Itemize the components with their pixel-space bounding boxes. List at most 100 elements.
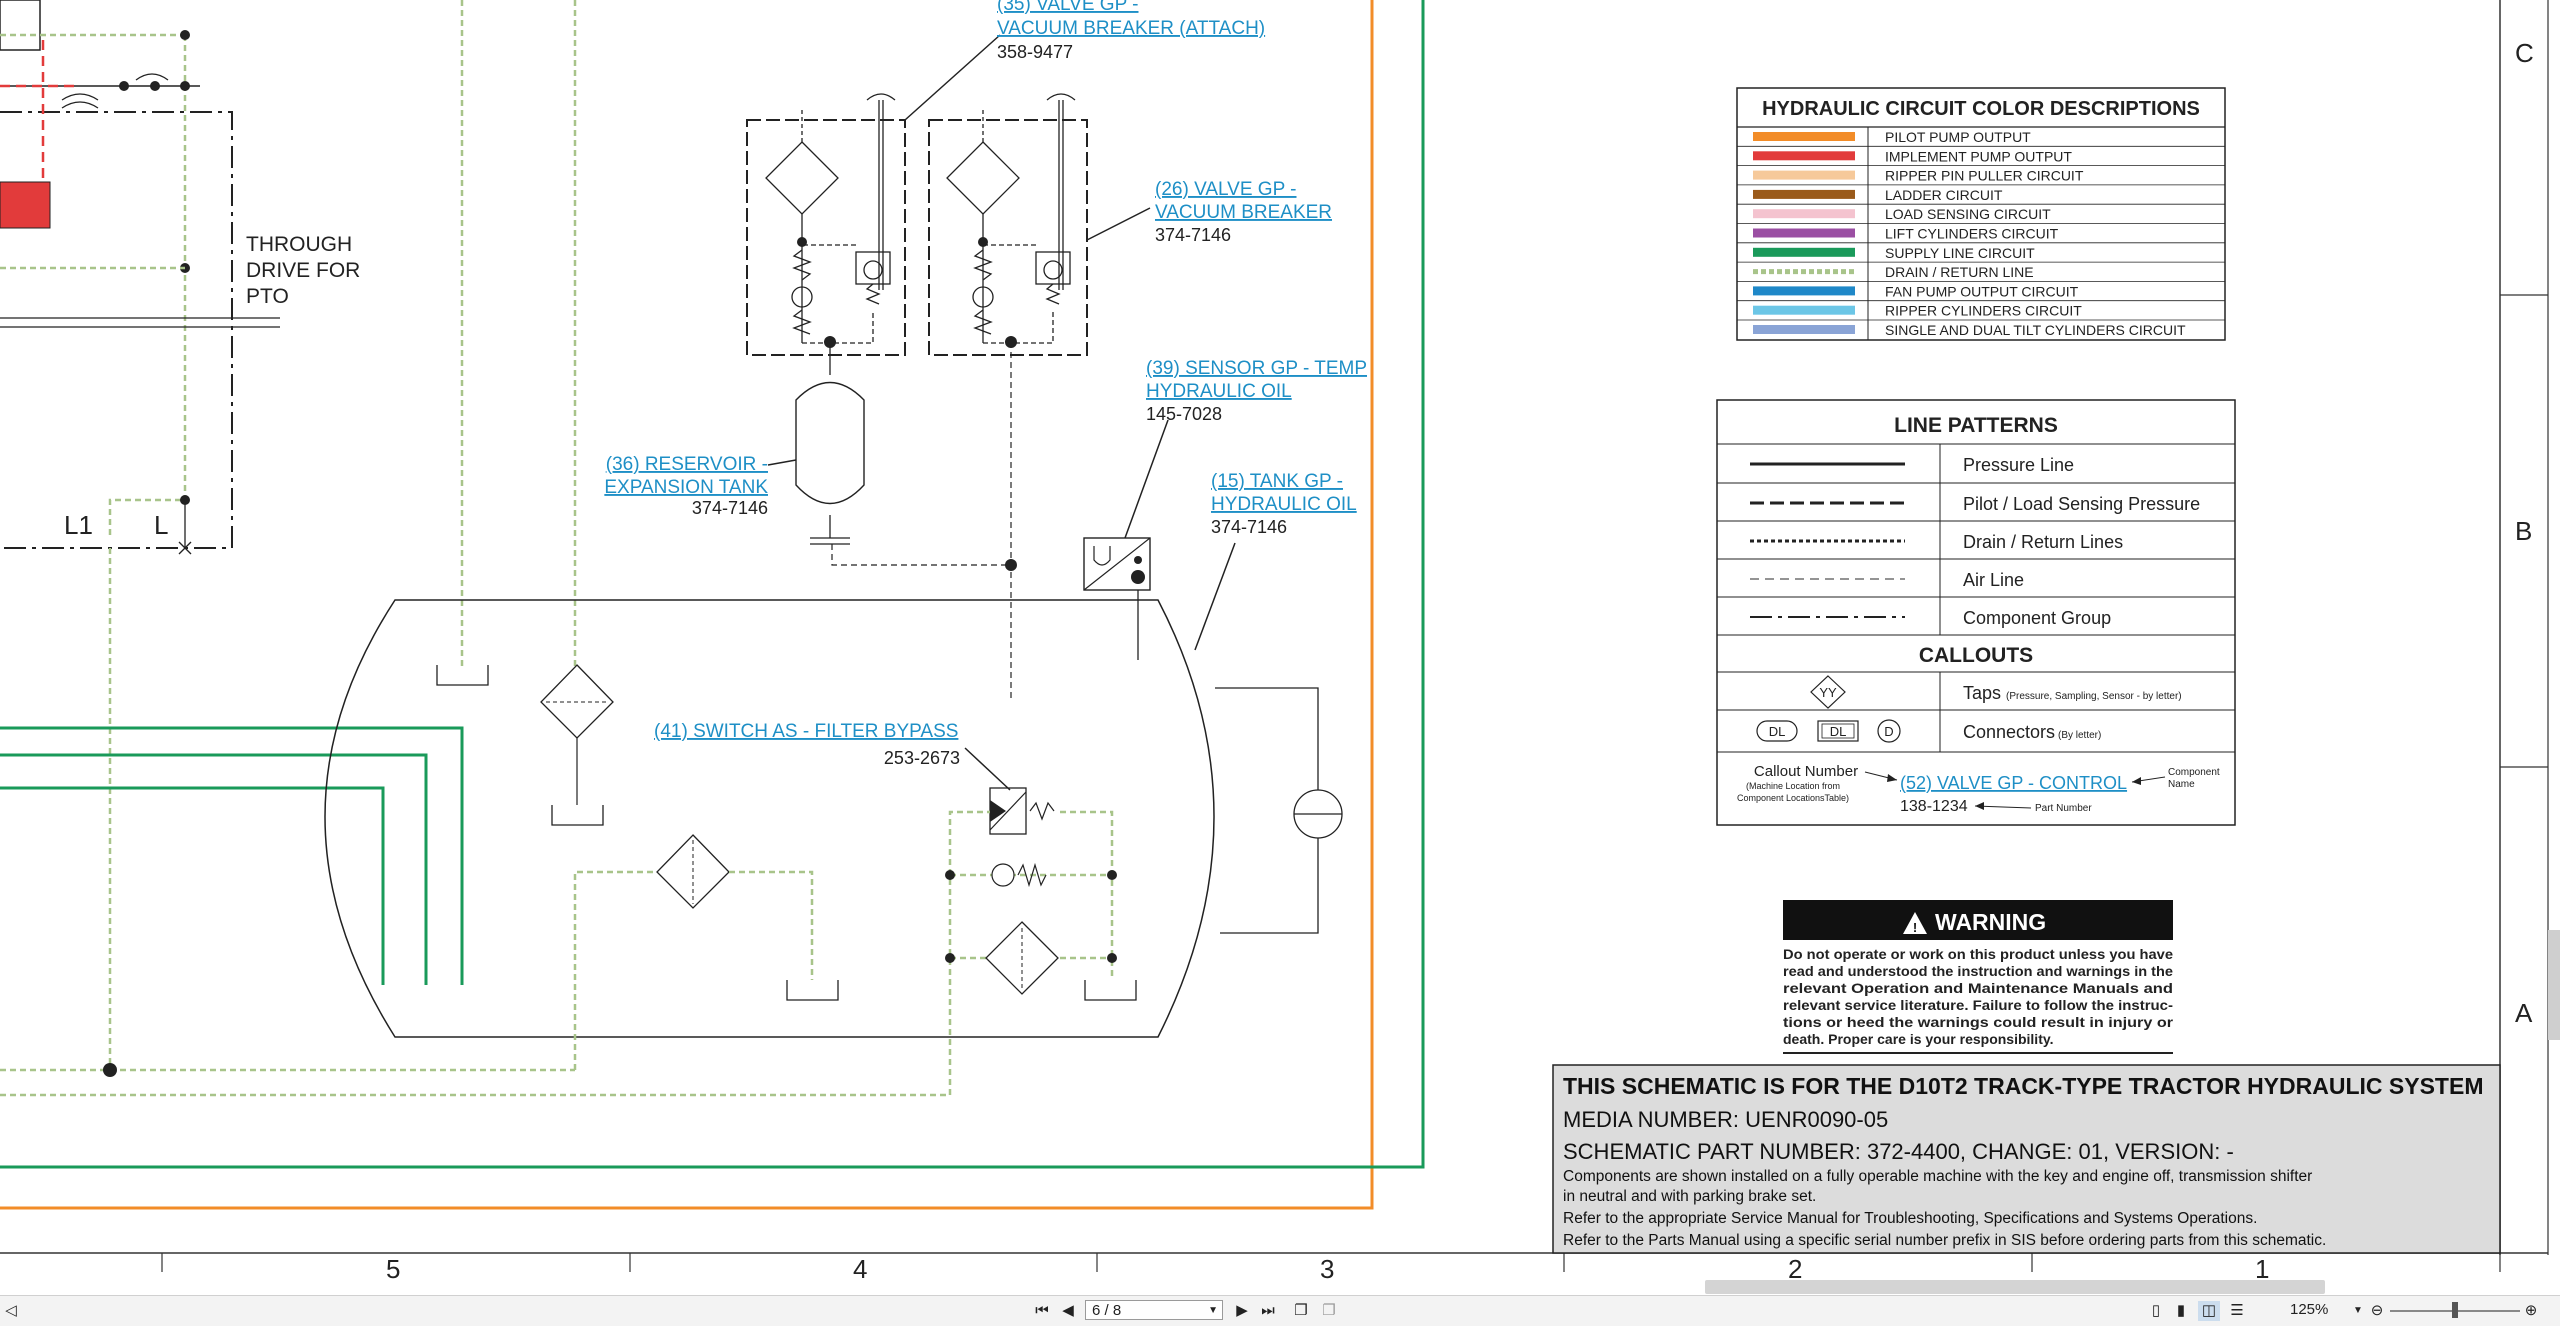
zoom-out-icon[interactable]: ⊖ [2368, 1301, 2386, 1321]
warning-box: ! WARNING Do not operate or work on this… [1783, 900, 2174, 1054]
callout-26[interactable]: (26) VALVE GP - VACUUM BREAKER 374-7146 [1155, 179, 1332, 245]
zoom-slider-thumb[interactable] [2452, 1302, 2458, 1318]
color-swatch [1753, 189, 1855, 199]
zoom-menu-chevron-icon[interactable]: ▼ [2352, 1301, 2364, 1321]
color-swatch [1753, 151, 1855, 161]
grid-col-label: 5 [386, 1254, 400, 1284]
svg-text:(41) SWITCH AS - FILTER BYPASS: (41) SWITCH AS - FILTER BYPASS [654, 721, 958, 742]
first-page-icon[interactable]: ⏮ [1032, 1301, 1052, 1321]
single-page-view-icon[interactable]: ▯ [2145, 1301, 2167, 1321]
callout-36[interactable]: (36) RESERVOIR - EXPANSION TANK 374-7146 [604, 454, 768, 518]
scroll-left-icon[interactable]: ◁ [4, 1301, 18, 1321]
part-number-label: Part Number [2035, 803, 2092, 814]
title-block-heading: THIS SCHEMATIC IS FOR THE D10T2 TRACK-TY… [1563, 1073, 2483, 1099]
prev-page-icon[interactable]: ◀ [1058, 1301, 1078, 1321]
example-callout-link[interactable]: (52) VALVE GP - CONTROL [1900, 773, 2127, 793]
port-l-label: L [154, 510, 168, 540]
color-row-label: RIPPER CYLINDERS CIRCUIT [1885, 303, 2082, 319]
color-row-label: PILOT PUMP OUTPUT [1885, 129, 2031, 145]
callouts-title: CALLOUTS [1919, 644, 2033, 667]
svg-text:HYDRAULIC OIL: HYDRAULIC OIL [1146, 381, 1292, 402]
warning-text: death. Proper care is your responsibilit… [1783, 1031, 2054, 1047]
schematic-canvas: C B A 5 4 3 2 1 THROUGH DRIVE FOR PTO L1… [0, 0, 2549, 1284]
callout-39[interactable]: (39) SENSOR GP - TEMP HYDRAULIC OIL 145-… [1146, 358, 1367, 424]
svg-text:253-2673: 253-2673 [884, 748, 960, 768]
svg-text:(15) TANK GP -: (15) TANK GP - [1211, 471, 1343, 492]
svg-text:374-7146: 374-7146 [692, 498, 768, 518]
grid-col-label: 4 [853, 1254, 867, 1284]
through-drive-label: THROUGH [246, 233, 352, 256]
color-swatch [1753, 170, 1855, 180]
title-block-note: Refer to the appropriate Service Manual … [1563, 1210, 2257, 1227]
two-page-view-icon[interactable]: ◫ [2198, 1301, 2220, 1321]
warning-text: read and understood the instruction and … [1783, 963, 2173, 979]
page-number-field[interactable]: 6 / 8 ▼ [1085, 1300, 1223, 1320]
svg-text:VACUUM BREAKER: VACUUM BREAKER [1155, 202, 1332, 223]
media-number: MEDIA NUMBER: UENR0090-05 [1563, 1107, 1888, 1132]
port-l1-label: L1 [64, 510, 93, 540]
color-swatch [1753, 325, 1855, 334]
taps-note: (Pressure, Sampling, Sensor - by letter) [2006, 691, 2182, 702]
color-swatch [1753, 228, 1855, 238]
supply-lines-to-tank [0, 726, 464, 985]
schematic-part-number: SCHEMATIC PART NUMBER: 372-4400, CHANGE:… [1563, 1139, 2234, 1164]
page-number-value: 6 / 8 [1092, 1302, 1122, 1319]
component-name-label: Component [2168, 767, 2220, 778]
color-swatch [1753, 209, 1855, 219]
line-patterns-table: LINE PATTERNS Pressure Line Pilot / Load… [1716, 399, 2236, 826]
color-row-label: IMPLEMENT PUMP OUTPUT [1885, 148, 2072, 164]
callout-15[interactable]: (15) TANK GP - HYDRAULIC OIL 374-7146 [1211, 471, 1357, 537]
color-table-title: HYDRAULIC CIRCUIT COLOR DESCRIPTIONS [1762, 98, 2200, 120]
line-pattern-label: Air Line [1963, 570, 2024, 590]
example-callout-number: Callout Number [1754, 763, 1858, 780]
last-page-icon[interactable]: ⏭ [1258, 1301, 1278, 1321]
warning-text: tions or heed the warnings could result … [1783, 1014, 2174, 1030]
grid-row-label: B [2515, 516, 2532, 546]
color-row-label: DRAIN / RETURN LINE [1885, 264, 2034, 280]
callout-41[interactable]: (41) SWITCH AS - FILTER BYPASS 253-2673 [654, 721, 960, 768]
connector-symbol-text: DL [1769, 724, 1786, 739]
color-row-label: LOAD SENSING CIRCUIT [1885, 206, 2051, 222]
expansion-tank [795, 381, 1017, 571]
zoom-in-icon[interactable]: ⊕ [2522, 1301, 2540, 1321]
horizontal-scrollbar[interactable] [1705, 1280, 2325, 1294]
svg-text:358-9477: 358-9477 [997, 42, 1073, 62]
color-swatch [1753, 132, 1855, 141]
fit-page-icon[interactable]: ☰ [2226, 1301, 2248, 1321]
vacuum-breaker-valves [746, 93, 1088, 700]
svg-text:(26) VALVE GP -: (26) VALVE GP - [1155, 179, 1297, 200]
svg-text:374-7146: 374-7146 [1211, 517, 1287, 537]
svg-text:VACUUM BREAKER (ATTACH): VACUUM BREAKER (ATTACH) [997, 18, 1265, 39]
svg-text:EXPANSION TANK: EXPANSION TANK [604, 477, 768, 498]
title-block: THIS SCHEMATIC IS FOR THE D10T2 TRACK-TY… [1552, 1064, 2501, 1254]
svg-text:145-7028: 145-7028 [1146, 404, 1222, 424]
color-row-label: FAN PUMP OUTPUT CIRCUIT [1885, 283, 2079, 299]
line-patterns-title: LINE PATTERNS [1894, 414, 2058, 437]
title-block-note: Refer to the Parts Manual using a specif… [1563, 1232, 2326, 1249]
callout-35[interactable]: (35) VALVE GP - VACUUM BREAKER (ATTACH) … [997, 0, 1265, 62]
connectors-label: Connectors [1963, 722, 2055, 742]
warning-title: WARNING [1935, 909, 2046, 935]
chevron-down-icon: ▼ [1208, 1305, 1218, 1316]
supply-line [0, 0, 1425, 1169]
next-page-icon[interactable]: ▶ [1232, 1301, 1252, 1321]
connectors-note: (By letter) [2058, 730, 2101, 741]
color-swatch [1753, 247, 1855, 257]
copy-page-icon[interactable]: ❐ [1290, 1301, 1312, 1321]
continuous-view-icon[interactable]: ▮ [2170, 1301, 2192, 1321]
svg-text:(39) SENSOR GP - TEMP: (39) SENSOR GP - TEMP [1146, 358, 1367, 379]
color-swatch [1753, 305, 1855, 315]
svg-text:!: ! [1913, 920, 1917, 935]
grid-row-label: C [2515, 38, 2534, 68]
paste-page-icon[interactable]: ❐ [1318, 1301, 1340, 1321]
color-row-label: RIPPER PIN PULLER CIRCUIT [1885, 168, 2084, 184]
zoom-level[interactable]: 125% [2290, 1301, 2328, 1318]
line-pattern-label: Pilot / Load Sensing Pressure [1963, 494, 2200, 514]
viewer-status-bar: ◁ ⏮ ◀ 6 / 8 ▼ ▶ ⏭ ❐ ❐ ▯ ▮ ◫ ☰ 125% ▼ ⊖ ⊕ [0, 1295, 2560, 1326]
color-row-label: SINGLE AND DUAL TILT CYLINDERS CIRCUIT [1885, 322, 2186, 338]
vertical-scrollbar[interactable] [2548, 930, 2560, 1040]
through-drive-label: PTO [246, 285, 289, 308]
taps-label: Taps [1963, 683, 2001, 703]
color-swatch [1753, 286, 1855, 296]
warning-text: Do not operate or work on this product u… [1783, 946, 2173, 962]
